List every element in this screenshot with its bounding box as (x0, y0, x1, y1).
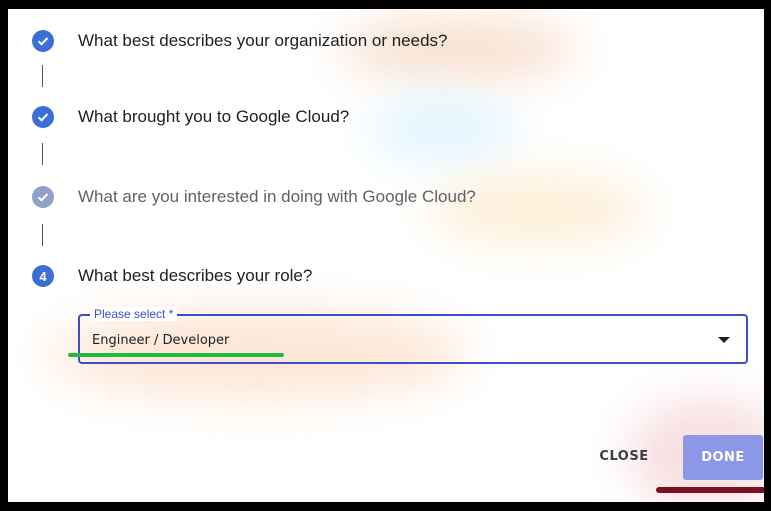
step-label: What are you interested in doing with Go… (78, 187, 476, 206)
onboarding-dialog: What best describes your organization or… (8, 9, 764, 502)
step-label: What best describes your organization or… (78, 31, 448, 50)
step-role: 4 What best describes your role? (32, 265, 312, 287)
check-icon (32, 106, 54, 128)
step-number-badge: 4 (32, 265, 54, 287)
check-icon (32, 186, 54, 208)
close-button[interactable]: CLOSE (584, 441, 664, 471)
step-organization[interactable]: What best describes your organization or… (32, 30, 447, 52)
step-label: What brought you to Google Cloud? (78, 107, 350, 126)
role-select-label: Please select * (90, 307, 178, 321)
done-button[interactable]: DONE (683, 435, 763, 480)
step-connector (42, 65, 43, 87)
step-interests[interactable]: What are you interested in doing with Go… (32, 186, 476, 208)
dropdown-arrow-icon[interactable] (718, 337, 730, 343)
highlight-underline (68, 353, 284, 357)
step-reason[interactable]: What brought you to Google Cloud? (32, 106, 349, 128)
step-label: What best describes your role? (78, 266, 313, 285)
step-connector (42, 224, 43, 246)
check-icon (32, 30, 54, 52)
highlight-underline (656, 487, 764, 493)
step-connector (42, 143, 43, 165)
role-select-value: Engineer / Developer (92, 333, 230, 348)
